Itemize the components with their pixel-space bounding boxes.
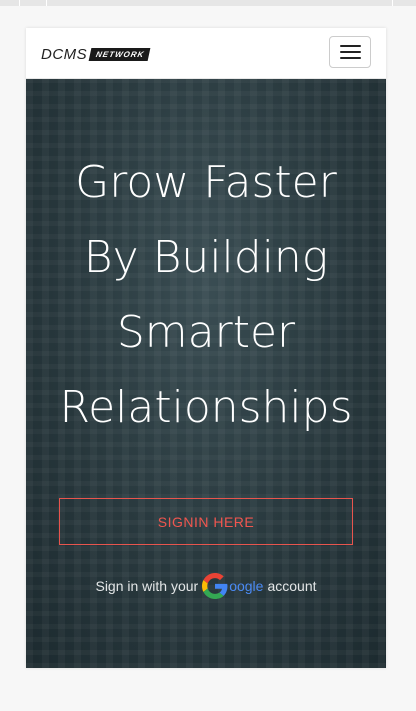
strip-segment: [20, 0, 47, 6]
brand-name: DCMS: [41, 46, 88, 63]
page-card: DCMS NETWORK Grow Faster By Building Sma…: [26, 28, 386, 668]
hamburger-menu-icon: [339, 45, 361, 47]
hero-title-line: Relationships: [59, 382, 353, 433]
brand-badge: NETWORK: [88, 48, 151, 61]
signin-note-suffix: account: [267, 578, 317, 594]
hero-title: Grow Faster By Building Smarter Relation…: [26, 145, 386, 445]
google-wordmark: oogle: [229, 578, 264, 594]
browser-top-strip: [0, 0, 416, 6]
menu-toggle-button[interactable]: [329, 36, 371, 68]
google-icon: [202, 573, 228, 599]
hero-title-line: Smarter: [116, 307, 296, 358]
hero-section: Grow Faster By Building Smarter Relation…: [26, 79, 386, 668]
signin-note-prefix: Sign in with your: [95, 578, 199, 594]
hero-title-line: Grow Faster: [75, 157, 337, 208]
strip-segment: [0, 0, 20, 6]
hamburger-menu-icon: [339, 51, 361, 53]
strip-segment: [365, 0, 393, 6]
signin-button[interactable]: SIGNIN HERE: [59, 498, 353, 545]
google-signin-note[interactable]: Sign in with your oogle account: [26, 573, 386, 599]
navbar: DCMS NETWORK: [26, 28, 386, 79]
hero-title-line: By Building: [83, 232, 329, 283]
hamburger-menu-icon: [339, 57, 361, 59]
brand-logo[interactable]: DCMS NETWORK: [41, 46, 151, 63]
